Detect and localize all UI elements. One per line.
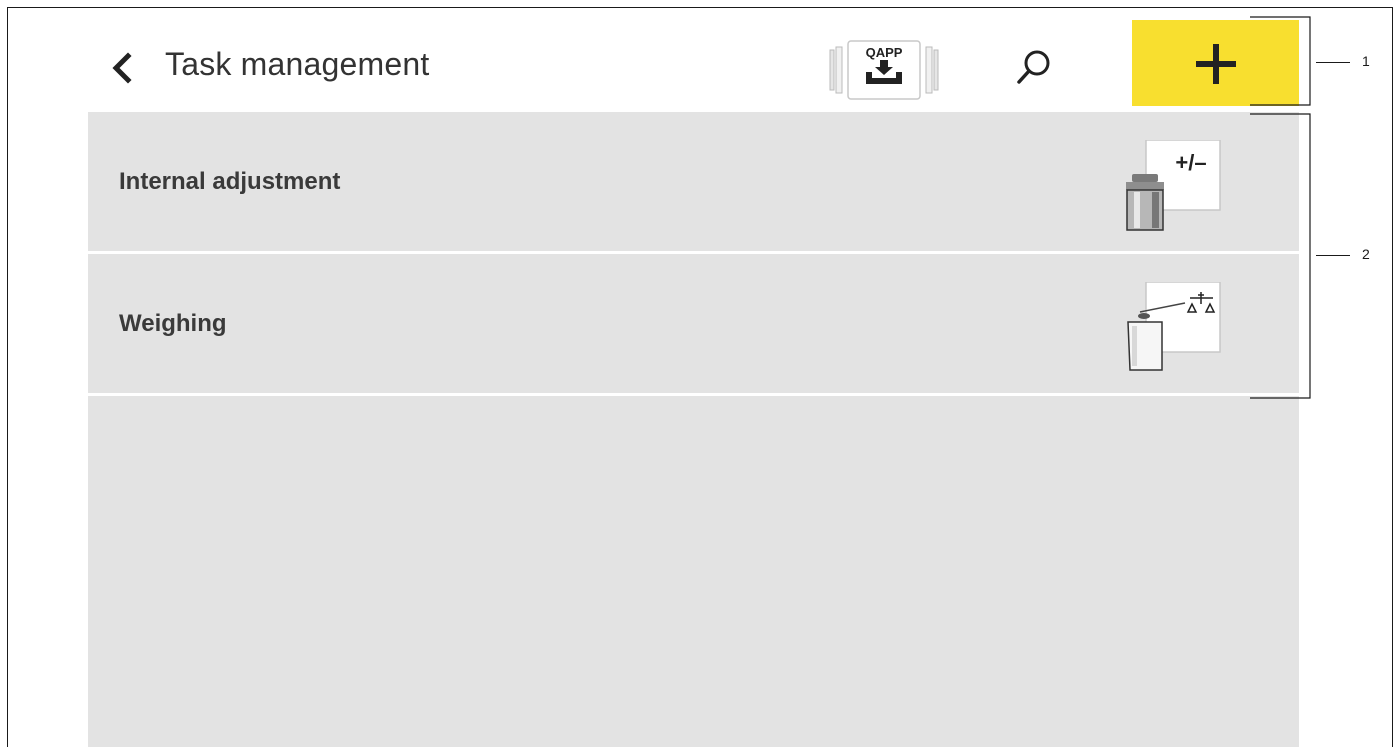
search-icon [1017, 50, 1050, 84]
qapp-import-icon: QAPP [829, 40, 939, 100]
chevron-left-icon [112, 52, 132, 84]
adjustment-weight-icon: +/– [1126, 140, 1221, 231]
qapp-badge-text: QAPP [866, 45, 903, 60]
search-button[interactable] [1013, 46, 1055, 88]
header-bar: Task management QAPP [88, 20, 1299, 112]
weighing-balance-icon [1127, 282, 1221, 371]
task-label: Internal adjustment [119, 167, 341, 195]
callout-leader-1 [1316, 62, 1350, 63]
list-item-weighing[interactable]: Weighing [88, 254, 1299, 396]
adjustment-sign-text: +/– [1175, 150, 1206, 175]
callout-bracket-2 [1250, 113, 1311, 399]
task-management-screen: Task management QAPP Internal adjustment… [88, 20, 1299, 747]
callout-number-1: 1 [1362, 53, 1370, 69]
list-item-internal-adjustment[interactable]: Internal adjustment +/– [88, 112, 1299, 254]
task-list: Internal adjustment +/– Weighing [88, 112, 1299, 747]
back-button[interactable] [108, 50, 138, 86]
callout-leader-2 [1316, 255, 1350, 256]
callout-number-2: 2 [1362, 246, 1370, 262]
qapp-import-button[interactable]: QAPP [828, 38, 940, 100]
page-title: Task management [165, 46, 430, 82]
task-label: Weighing [119, 309, 227, 337]
callout-bracket-1 [1250, 16, 1311, 106]
